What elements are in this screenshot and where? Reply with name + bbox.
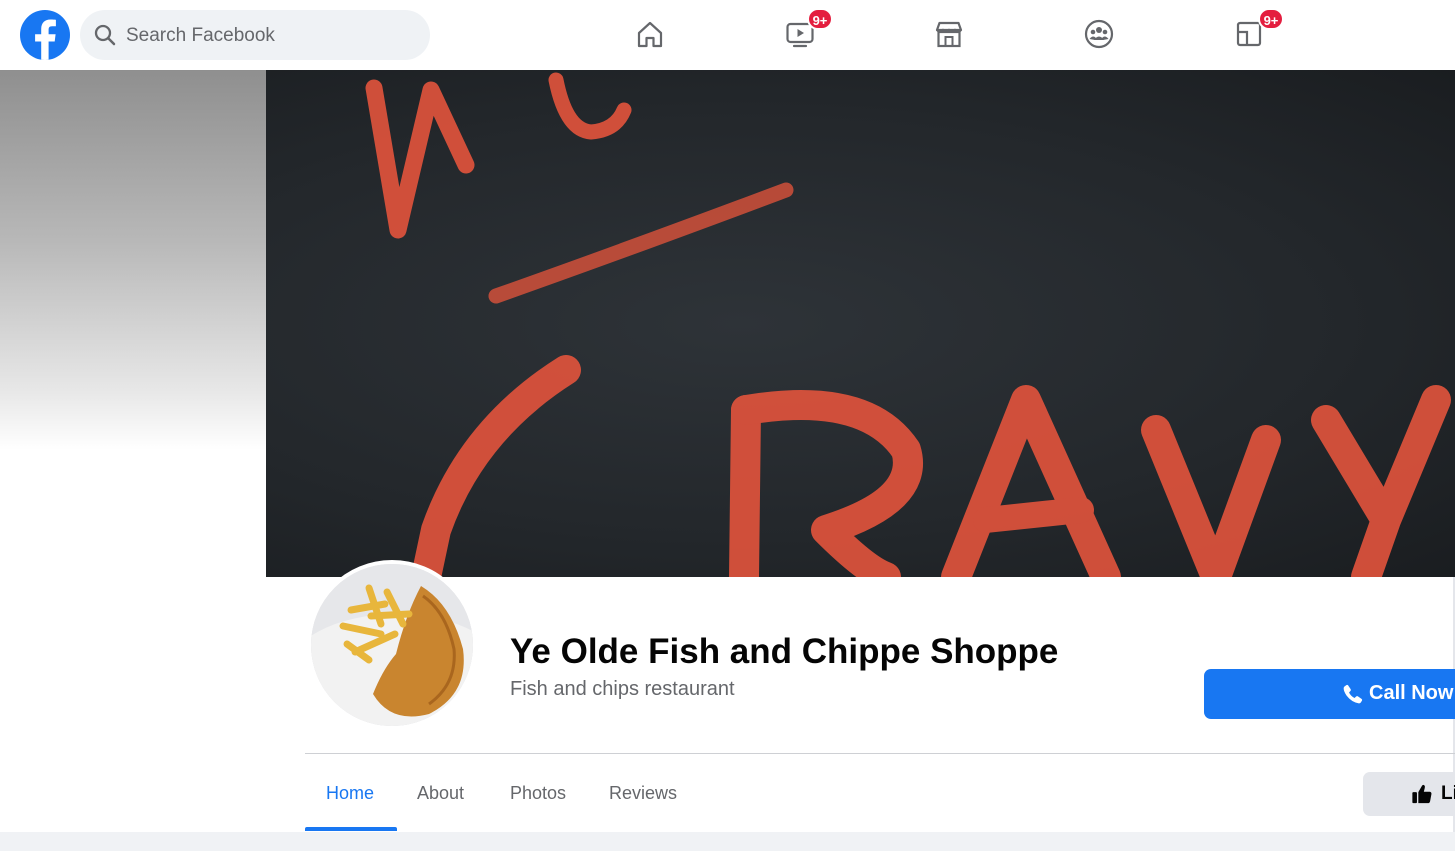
profile-picture[interactable] — [307, 560, 477, 730]
top-navigation-bar: 9+ 9+ — [0, 0, 1455, 70]
watch-notification-badge: 9+ — [807, 8, 833, 30]
tab-home-label: Home — [326, 783, 375, 803]
tab-about-label: About — [417, 783, 465, 803]
page-body-background — [0, 832, 1455, 851]
search-box[interactable] — [80, 10, 430, 62]
cover-photo[interactable] — [266, 70, 1455, 577]
like-button[interactable]: Li — [1363, 772, 1455, 816]
nav-home[interactable] — [628, 13, 672, 57]
tab-reviews-label: Reviews — [609, 783, 678, 803]
active-tab-indicator — [305, 827, 397, 831]
nav-marketplace[interactable] — [927, 13, 971, 57]
chalkboard-writing-image — [365, 72, 1451, 577]
search-input[interactable] — [124, 10, 418, 62]
tab-photos-label: Photos — [510, 783, 567, 803]
page-title: Ye Olde Fish and Chippe Shoppe — [510, 632, 1059, 671]
facebook-logo-icon[interactable] — [20, 10, 70, 60]
profile-divider — [305, 753, 1455, 754]
marketplace-icon — [935, 21, 963, 48]
call-now-label: Call Now — [1369, 682, 1454, 704]
nav-groups[interactable] — [1077, 13, 1121, 57]
thumbs-up-icon — [1411, 783, 1433, 810]
cover-background-blur — [0, 70, 266, 450]
search-icon — [93, 23, 117, 52]
call-now-button[interactable]: Call Now — [1204, 669, 1455, 719]
nav-gaming[interactable]: 9+ — [1227, 8, 1284, 57]
page-category: Fish and chips restaurant — [510, 678, 735, 700]
phone-icon — [1342, 683, 1364, 708]
fish-and-chips-photo — [311, 564, 473, 726]
groups-icon — [1084, 19, 1114, 49]
gaming-notification-badge: 9+ — [1258, 8, 1284, 30]
nav-watch[interactable]: 9+ — [778, 8, 833, 57]
like-label: Li — [1441, 783, 1455, 804]
home-icon — [637, 21, 663, 48]
